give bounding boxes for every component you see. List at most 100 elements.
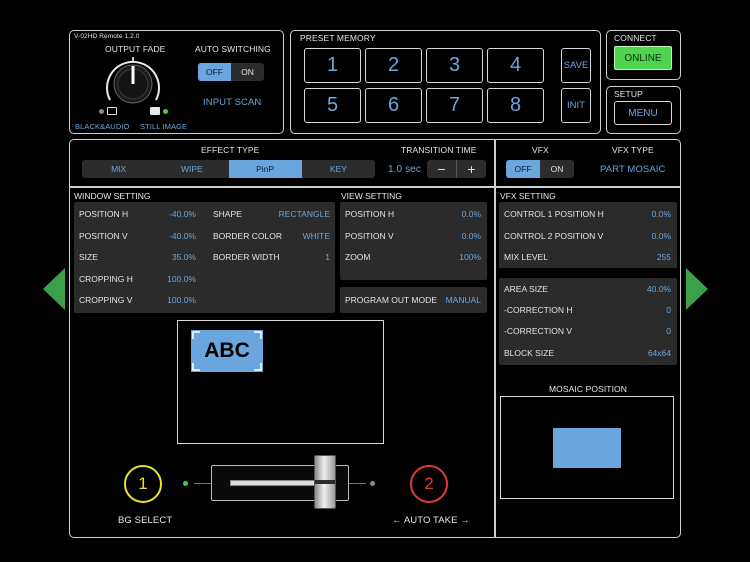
preset-button-7[interactable]: 7 (426, 88, 483, 123)
output-fade-knob[interactable] (98, 54, 168, 112)
vfx-type-value[interactable]: PART MOSAIC (600, 164, 666, 175)
window-key: BORDER WIDTH (213, 252, 280, 262)
vfx-row[interactable]: BLOCK SIZE 64x64 (504, 346, 671, 360)
bg-select-button[interactable]: 1 (124, 465, 162, 503)
take-led-icon (370, 481, 375, 486)
program-out-value: MANUAL (445, 295, 481, 305)
view-row[interactable]: POSITION H 0.0% (345, 207, 481, 221)
vfx-key: MIX LEVEL (504, 252, 548, 262)
view-key: POSITION H (345, 209, 395, 219)
window-key: SHAPE (213, 209, 242, 219)
vfx-type-title: VFX TYPE (612, 145, 654, 155)
window-value: -40.0% (169, 209, 196, 219)
online-button[interactable]: ONLINE (614, 46, 672, 70)
still-image-button[interactable] (150, 107, 160, 115)
transition-minus-button[interactable]: − (427, 160, 457, 178)
auto-switching-off[interactable]: OFF (198, 63, 231, 81)
effect-type-title: EFFECT TYPE (201, 145, 260, 155)
vfx-row[interactable]: -CORRECTION V 0 (504, 324, 671, 338)
main-vertical-divider (494, 140, 496, 537)
black-audio-led-icon (99, 109, 104, 114)
pip-corner-marks-icon (192, 331, 262, 371)
auto-switching-title: AUTO SWITCHING (195, 44, 271, 54)
window-key: SIZE (79, 252, 98, 262)
transition-time-title: TRANSITION TIME (401, 145, 477, 155)
window-row[interactable]: CROPPING H 100.0% (79, 272, 196, 286)
preset-button-4[interactable]: 4 (487, 48, 544, 83)
menu-button[interactable]: MENU (614, 101, 672, 125)
view-row[interactable]: POSITION V 0.0% (345, 229, 481, 243)
window-key: POSITION H (79, 209, 129, 219)
window-key: CROPPING V (79, 295, 133, 305)
view-row[interactable]: ZOOM 100% (345, 250, 481, 264)
preset-button-5[interactable]: 5 (304, 88, 361, 123)
window-row[interactable]: CROPPING V 100.0% (79, 293, 196, 307)
auto-take-label: ← AUTO TAKE → (392, 515, 470, 526)
vfx-value: 0.0% (651, 209, 671, 219)
view-key: POSITION V (345, 231, 394, 241)
effect-mix[interactable]: MIX (82, 160, 155, 178)
vfx-row[interactable]: AREA SIZE 40.0% (504, 282, 671, 296)
output-fade-title: OUTPUT FADE (105, 44, 166, 54)
window-value: -40.0% (169, 231, 196, 241)
window-row[interactable]: POSITION V -40.0% (79, 229, 196, 243)
effect-wipe[interactable]: WIPE (155, 160, 228, 178)
window-key: BORDER COLOR (213, 231, 282, 241)
transition-stepper: − + (427, 160, 486, 178)
fader-handle[interactable] (314, 455, 336, 509)
window-row[interactable]: SIZE 35.0% (79, 250, 196, 264)
fader-line-right (349, 483, 366, 484)
window-value: RECTANGLE (278, 209, 330, 219)
vfx-value: 0 (666, 305, 671, 315)
vfx-value: 0.0% (651, 231, 671, 241)
auto-switching-toggle: OFF ON (198, 63, 264, 81)
mosaic-area-handle[interactable] (553, 428, 621, 468)
window-value: 35.0% (171, 252, 196, 262)
preset-button-8[interactable]: 8 (487, 88, 544, 123)
program-out-mode-row[interactable]: PROGRAM OUT MODE MANUAL (345, 293, 481, 307)
still-image-led-icon (163, 109, 168, 114)
window-setting-title: WINDOW SETTING (74, 191, 151, 201)
vfx-row[interactable]: -CORRECTION H 0 (504, 303, 671, 317)
still-image-label: STILL IMAGE (140, 122, 188, 131)
preset-save-button[interactable]: SAVE (561, 48, 591, 83)
bg-select-label: BG SELECT (118, 515, 173, 526)
vfx-off[interactable]: OFF (506, 160, 540, 178)
window-row[interactable]: SHAPE RECTANGLE (213, 207, 330, 221)
vfx-row[interactable]: CONTROL 2 POSITION V 0.0% (504, 229, 671, 243)
preset-button-6[interactable]: 6 (365, 88, 422, 123)
vfx-value: 255 (656, 252, 671, 262)
vfx-on[interactable]: ON (540, 160, 574, 178)
auto-switching-on[interactable]: ON (231, 63, 264, 81)
vfx-key: CONTROL 1 POSITION H (504, 209, 604, 219)
vfx-row[interactable]: CONTROL 1 POSITION H 0.0% (504, 207, 671, 221)
vfx-row[interactable]: MIX LEVEL 255 (504, 250, 671, 264)
preset-button-3[interactable]: 3 (426, 48, 483, 83)
preset-button-1[interactable]: 1 (304, 48, 361, 83)
vfx-key: -CORRECTION V (504, 326, 572, 336)
black-audio-button[interactable] (107, 107, 117, 115)
window-value: 100.0% (167, 274, 196, 284)
view-setting-title: VIEW SETTING (341, 191, 402, 201)
bg-led-icon (183, 481, 188, 486)
transition-plus-button[interactable]: + (457, 160, 486, 178)
effect-pinp[interactable]: PinP (228, 160, 302, 178)
preset-button-2[interactable]: 2 (365, 48, 422, 83)
next-arrow-icon[interactable] (686, 268, 708, 310)
preset-init-button[interactable]: INIT (561, 88, 591, 123)
window-row[interactable]: BORDER COLOR WHITE (213, 229, 330, 243)
prev-arrow-icon[interactable] (43, 268, 65, 310)
effect-key[interactable]: KEY (302, 160, 375, 178)
vfx-title: VFX (532, 145, 549, 155)
vfx-key: BLOCK SIZE (504, 348, 555, 358)
input-scan-button[interactable]: INPUT SCAN (203, 97, 261, 108)
view-value: 0.0% (461, 209, 481, 219)
vfx-value: 0 (666, 326, 671, 336)
auto-take-button[interactable]: 2 (410, 465, 448, 503)
window-row[interactable]: POSITION H -40.0% (79, 207, 196, 221)
window-row[interactable]: BORDER WIDTH 1 (213, 250, 330, 264)
window-value: 1 (325, 252, 330, 262)
view-key: ZOOM (345, 252, 371, 262)
connect-title: CONNECT (614, 33, 657, 43)
fader-handle-mark (315, 480, 335, 484)
